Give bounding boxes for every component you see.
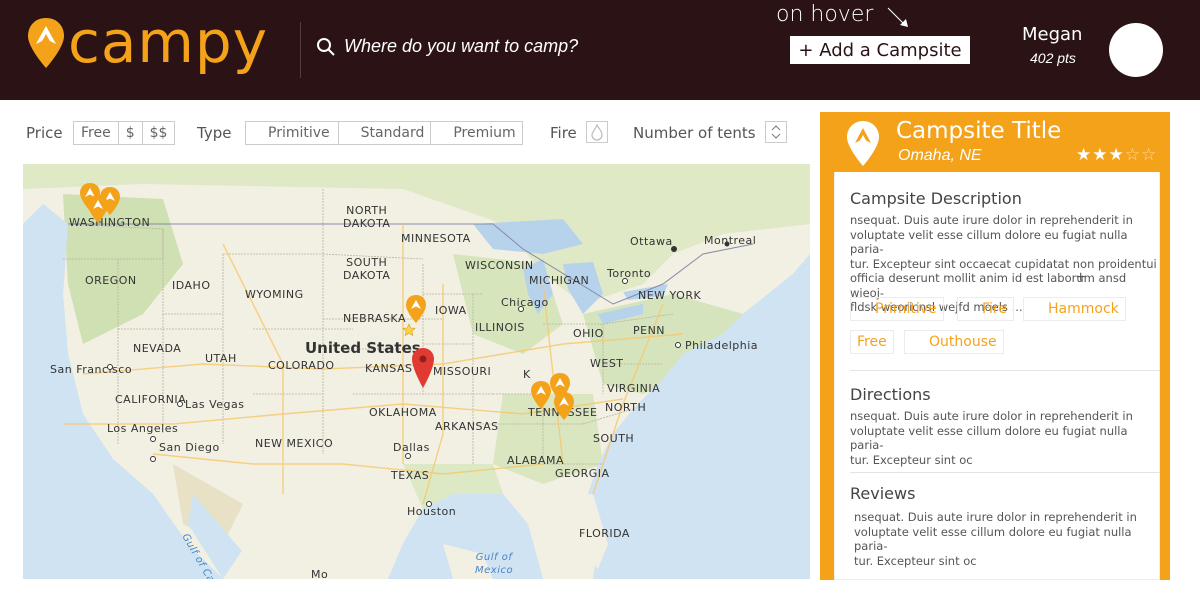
description-line: officia deserunt mollit anim id est labo… xyxy=(850,271,1127,300)
tents-filter-label: Number of tents xyxy=(633,124,756,142)
campsite-title: Campsite Title xyxy=(896,118,1062,144)
campsite-pin-icon xyxy=(554,392,574,420)
user-points: 402 pts xyxy=(1030,50,1076,66)
expand-plus-icon[interactable]: + xyxy=(1076,269,1085,287)
star-icon xyxy=(402,323,416,337)
tag-primitive[interactable]: Primitive xyxy=(850,297,944,321)
type-filter-label: Type xyxy=(197,124,232,142)
avatar[interactable] xyxy=(1109,23,1163,77)
type-option-standard[interactable]: Standard xyxy=(339,122,432,144)
campsite-detail-panel: Campsite Title Omaha, NE ★★★☆☆ Campsite … xyxy=(820,112,1170,580)
logo-text: campy xyxy=(68,8,269,76)
tag-hammock[interactable]: Hammock xyxy=(1023,297,1126,321)
search-icon xyxy=(317,37,335,56)
price-option-free[interactable]: Free xyxy=(74,122,119,144)
search-input[interactable]: Where do you want to camp? xyxy=(344,36,578,57)
reviews-text: nsequat. Duis aute irure dolor in repreh… xyxy=(854,510,1166,568)
tents-stepper[interactable] xyxy=(765,121,787,143)
annotation-arrow-icon xyxy=(887,7,908,27)
directions-line: voluptate velit esse cillum dolore eu fu… xyxy=(850,423,1128,453)
directions-line: tur. Excepteur sint oc xyxy=(850,452,973,467)
map-marker-icon xyxy=(412,348,434,388)
stars-empty: ☆☆ xyxy=(1124,145,1158,164)
logo[interactable]: campy xyxy=(26,8,269,76)
section-divider xyxy=(850,472,1160,473)
campsite-pin-icon xyxy=(406,295,426,323)
price-filter: Free $ $$ xyxy=(73,121,176,145)
tag-free[interactable]: Free xyxy=(850,330,894,354)
campsite-pin-icon xyxy=(88,195,108,223)
type-option-premium[interactable]: Premium xyxy=(431,122,521,144)
price-filter-label: Price xyxy=(26,124,63,142)
price-option-1[interactable]: $ xyxy=(119,122,143,144)
directions-line: nsequat. Duis aute irure dolor in repreh… xyxy=(850,409,1133,423)
description-heading: Campsite Description xyxy=(850,189,1022,208)
tag-outhouse[interactable]: Outhouse xyxy=(904,330,1004,354)
reviews-heading: Reviews xyxy=(850,484,916,503)
stars-filled: ★★★ xyxy=(1076,145,1125,164)
directions-text: nsequat. Duis aute irure dolor in repreh… xyxy=(850,409,1162,467)
description-line: nsequat. Duis aute irure dolor in repreh… xyxy=(850,213,1133,227)
campsite-map[interactable]: WASHINGTON OREGON IDAHO WYOMING NEVADA U… xyxy=(23,164,810,579)
top-header: campy Where do you want to camp? on hove… xyxy=(0,0,1200,100)
stepper-icon xyxy=(771,125,781,139)
panel-header: Campsite Title Omaha, NE ★★★☆☆ xyxy=(834,112,1160,172)
fire-icon xyxy=(591,123,603,141)
type-filter: Primitive Standard Premium xyxy=(245,121,523,145)
tag-fire[interactable]: Fire xyxy=(957,297,1014,321)
rating-stars: ★★★☆☆ xyxy=(1076,145,1157,165)
logo-pin-icon xyxy=(28,18,64,68)
campsite-pin[interactable] xyxy=(405,294,427,324)
hover-annotation: on hover xyxy=(776,2,874,27)
reviews-line: voluptate velit esse cillum dolore eu fu… xyxy=(854,524,1132,554)
directions-heading: Directions xyxy=(850,385,931,404)
fire-toggle[interactable] xyxy=(586,121,608,143)
reviews-line: nsequat. Duis aute irure dolor in repreh… xyxy=(854,510,1137,524)
type-option-primitive[interactable]: Primitive xyxy=(246,122,339,144)
favorite-star[interactable] xyxy=(402,323,416,337)
user-name[interactable]: Megan xyxy=(1022,24,1082,45)
reviews-line: tur. Excepteur sint oc xyxy=(854,553,977,568)
header-divider xyxy=(300,22,301,78)
campsite-location: Omaha, NE xyxy=(898,147,982,164)
fire-filter-label: Fire xyxy=(550,124,577,142)
campsite-pin[interactable] xyxy=(87,194,109,224)
search-bar[interactable]: Where do you want to camp? xyxy=(316,36,578,57)
add-campsite-button[interactable]: + Add a Campsite xyxy=(790,36,970,64)
description-line: tur. Excepteur sint occaecat cupidatat n… xyxy=(850,256,1157,271)
selected-location-marker[interactable] xyxy=(411,347,435,389)
section-divider xyxy=(850,370,1160,371)
price-option-2[interactable]: $$ xyxy=(143,122,175,144)
filter-bar: Price Free $ $$ Type Primitive Standard … xyxy=(24,120,794,146)
campsite-pin-icon xyxy=(847,121,879,166)
description-line: voluptate velit esse cillum dolore eu fu… xyxy=(850,227,1128,257)
campsite-pin[interactable] xyxy=(553,391,575,421)
